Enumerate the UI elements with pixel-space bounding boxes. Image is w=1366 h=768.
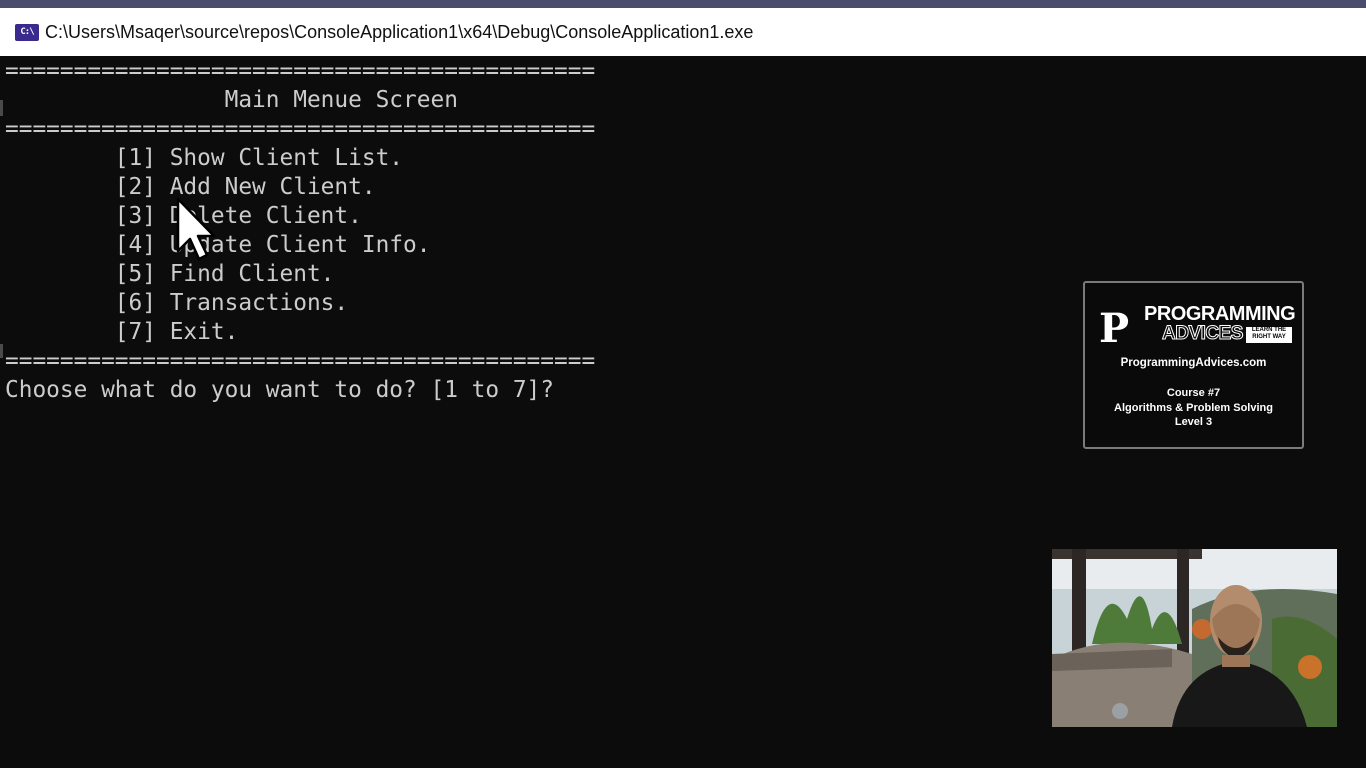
menu-item-exit: [7] Exit. bbox=[5, 319, 239, 345]
logo-tagline: LEARN THE RIGHT WAY bbox=[1246, 327, 1292, 343]
separator-line: ========================================… bbox=[5, 116, 596, 142]
menu-item-show-client-list: [1] Show Client List. bbox=[5, 145, 404, 171]
course-level: Level 3 bbox=[1174, 416, 1213, 428]
programming-advices-logo: P PROGRAMMING ADVICES LEARN THE RIGHT WA… bbox=[1099, 301, 1296, 352]
presenter-webcam-overlay bbox=[1052, 549, 1337, 727]
separator-line: ========================================… bbox=[5, 58, 596, 84]
presenter-video-frame bbox=[1052, 549, 1337, 727]
input-prompt: Choose what do you want to do? [1 to 7]? bbox=[5, 377, 554, 403]
course-title: Algorithms & Problem Solving bbox=[1114, 401, 1273, 414]
course-info: Course #7 Algorithms & Problem Solving L… bbox=[1085, 386, 1302, 430]
window-edge-artifact bbox=[0, 344, 3, 358]
window-edge-artifact bbox=[0, 100, 3, 116]
logo-line-2: ADVICES bbox=[1162, 323, 1244, 345]
window-top-strip bbox=[0, 0, 1366, 8]
website-label: ProgrammingAdvices.com bbox=[1120, 357, 1267, 369]
window-title: C:\Users\Msaqer\source\repos\ConsoleAppl… bbox=[45, 21, 754, 42]
course-number: Course #7 bbox=[1166, 387, 1221, 399]
window-titlebar[interactable]: C:\ C:\Users\Msaqer\source\repos\Console… bbox=[0, 8, 1366, 56]
console-app-icon: C:\ bbox=[15, 23, 39, 41]
separator-line: ========================================… bbox=[5, 348, 596, 374]
course-branding-card: P PROGRAMMING ADVICES LEARN THE RIGHT WA… bbox=[1083, 281, 1304, 449]
mouse-pointer-icon bbox=[176, 197, 216, 261]
logo-letter: P bbox=[1099, 305, 1130, 352]
screen-heading: Main Menue Screen bbox=[5, 87, 458, 113]
menu-item-transactions: [6] Transactions. bbox=[5, 290, 349, 316]
